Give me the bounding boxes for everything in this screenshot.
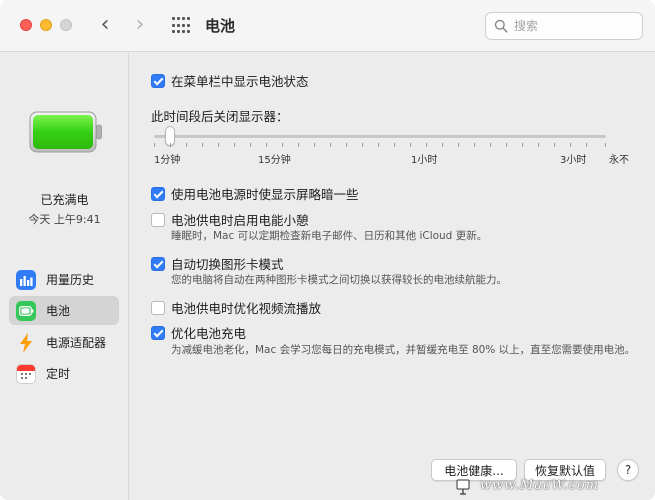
slider-tick [234,143,235,147]
slider-tick [474,143,475,147]
slider-tick-label: 3小时 [560,155,587,166]
show-in-menubar-checkbox[interactable] [151,73,165,88]
preferences-window: ‹ › 电池 搜索 已充满电 今天 上午9:41 用量历史 电池 电源适配器 定… [0,0,655,500]
power-nap-description: 睡眠时，Mac 可以定期检查新电子邮件、日历和其他 iCloud 更新。 [171,230,488,242]
sidebar-item-label: 用量历史 [46,273,95,287]
bar-chart-icon [16,269,36,290]
graphics-switching-description: 您的电脑将自动在两种图形卡模式之间切换以获得较长的电池续航能力。 [171,274,507,286]
dim-display-label: 使用电池电源时使显示屏略暗一些 [171,187,359,202]
sidebar-item-power-adapter[interactable]: 电源适配器 [9,328,119,357]
sidebar: 已充满电 今天 上午9:41 用量历史 电池 电源适配器 定时 [0,53,129,500]
slider-tick [218,143,219,147]
slider-tick [410,143,411,147]
sidebar-item-label: 定时 [46,367,71,381]
dim-display-option[interactable]: 使用电池电源时使显示屏略暗一些 [151,184,359,203]
help-button[interactable]: ? [617,459,639,481]
show-battery-in-menubar-option[interactable]: 在菜单栏中显示电池状态 [151,71,309,90]
close-window-button[interactable] [20,19,32,31]
battery-icon [16,300,36,321]
slider-tick [282,143,283,147]
optimized-charging-description: 为减缓电池老化，Mac 会学习您每日的充电模式，并暂缓充电至 80% 以上，直至… [171,344,636,356]
slider-tick-label: 1小时 [411,155,438,166]
slider-tick [586,143,587,147]
zoom-window-button[interactable] [60,19,72,31]
calendar-icon [16,363,36,384]
slider-tick [346,143,347,147]
battery-settings-panel: 在菜单栏中显示电池状态 此时间段后关闭显示器： 1分钟 15分钟 1小时 3小时… [130,53,655,500]
show-all-grid-icon[interactable] [172,17,190,35]
power-nap-label: 电池供电时启用电能小憩 [171,213,309,228]
battery-status: 已充满电 [40,193,89,207]
sidebar-item-battery[interactable]: 电池 [9,296,119,325]
search-input[interactable] [514,17,634,35]
sidebar-item-label: 电池 [46,304,71,318]
slider-tick [570,143,571,147]
power-nap-option[interactable]: 电池供电时启用电能小憩 [151,210,309,229]
lightning-icon [16,332,36,353]
battery-full-icon [29,111,102,153]
slider-tick [362,143,363,147]
toolbar: ‹ › 电池 [0,0,655,52]
slider-tick [170,143,171,147]
watermark-text: www.MacW.com [480,478,599,493]
search-field[interactable] [485,12,643,40]
optimized-charging-option[interactable]: 优化电池充电 [151,323,246,342]
window-title: 电池 [205,17,236,35]
slider-tick [202,143,203,147]
slider-tick-label: 15分钟 [258,155,291,166]
slider-tick [605,143,606,147]
minimize-window-button[interactable] [40,19,52,31]
slider-tick [554,143,555,147]
sidebar-item-schedule[interactable]: 定时 [9,359,119,388]
slider-tick-label: 永不 [609,155,629,166]
back-icon[interactable]: ‹ [93,12,117,38]
display-off-slider-track[interactable] [154,135,606,138]
cursor-icon [456,479,470,495]
slider-tick [266,143,267,147]
search-icon [494,19,508,33]
forward-icon[interactable]: › [128,12,152,38]
slider-tick [330,143,331,147]
sidebar-item-label: 电源适配器 [46,336,107,350]
optimize-video-checkbox[interactable] [151,300,165,315]
optimize-video-label: 电池供电时优化视频流播放 [171,301,322,316]
graphics-switching-checkbox[interactable] [151,256,165,271]
graphics-switching-label: 自动切换图形卡模式 [171,257,284,272]
slider-tick [506,143,507,147]
slider-tick [426,143,427,147]
battery-status-time: 今天 上午9:41 [28,213,101,226]
slider-tick [186,143,187,147]
slider-tick [538,143,539,147]
display-off-slider-title: 此时间段后关闭显示器： [151,109,289,124]
power-nap-checkbox[interactable] [151,212,165,227]
slider-tick-label: 1分钟 [154,155,181,166]
slider-tick [250,143,251,147]
slider-tick [314,143,315,147]
graphics-switching-option[interactable]: 自动切换图形卡模式 [151,254,284,273]
optimized-charging-checkbox[interactable] [151,325,165,340]
slider-tick [522,143,523,147]
optimize-video-option[interactable]: 电池供电时优化视频流播放 [151,298,321,317]
slider-tick [378,143,379,147]
dim-display-checkbox[interactable] [151,186,165,201]
slider-tick [154,143,155,147]
show-in-menubar-label: 在菜单栏中显示电池状态 [171,74,309,89]
slider-tick [394,143,395,147]
sidebar-item-usage-history[interactable]: 用量历史 [9,265,119,294]
optimized-charging-label: 优化电池充电 [171,326,247,341]
slider-tick [298,143,299,147]
slider-tick [490,143,491,147]
slider-tick [442,143,443,147]
slider-tick [458,143,459,147]
